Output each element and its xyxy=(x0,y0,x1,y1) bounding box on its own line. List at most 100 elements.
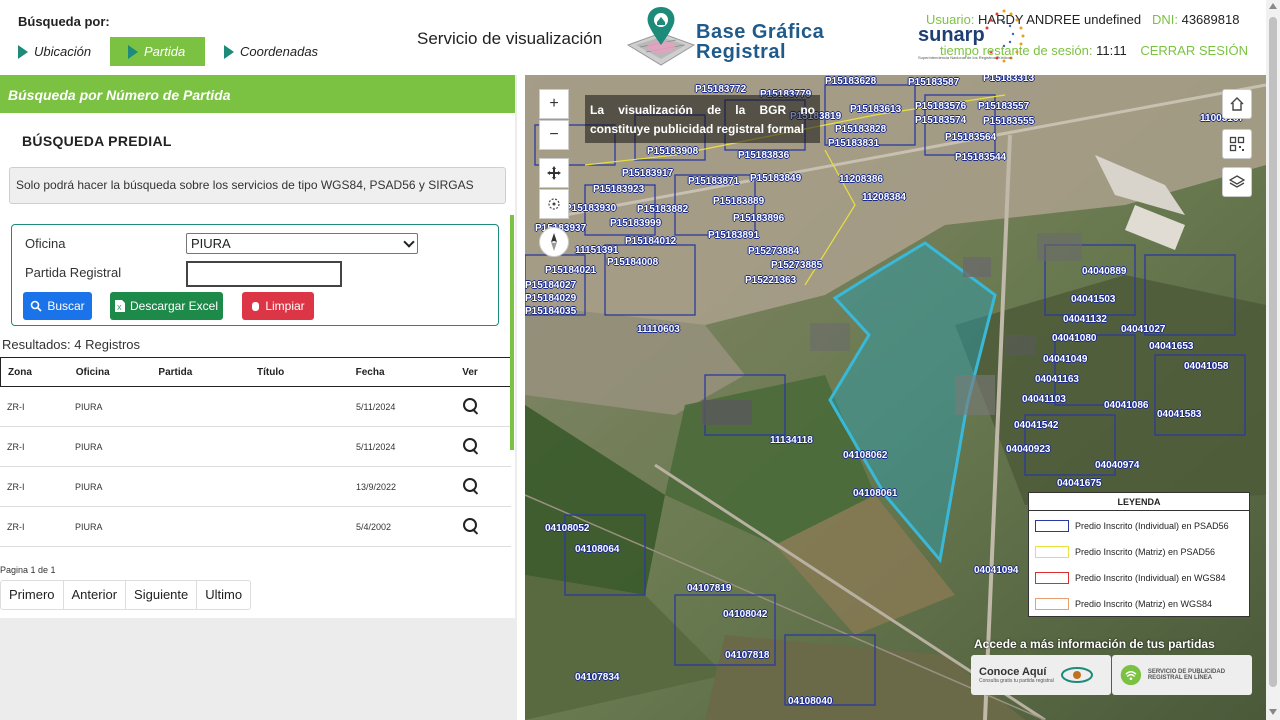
parcel-label: 11208384 xyxy=(862,192,906,203)
parcel-label: P15183557 xyxy=(978,101,1030,112)
pagination: Primero Anterior Siguiente Ultimo xyxy=(0,580,252,610)
parcel-label: 04041542 xyxy=(1014,420,1059,431)
table-row: ZR-I PIURA 5/11/2024 xyxy=(0,427,511,467)
legend-label: Predio Inscrito (Individual) en WGS84 xyxy=(1075,573,1226,583)
zoom-out-button[interactable]: − xyxy=(539,120,569,150)
scroll-down-icon[interactable] xyxy=(1269,709,1277,715)
oficina-select[interactable]: PIURA xyxy=(186,233,418,254)
parcel-label: 04041027 xyxy=(1121,324,1166,335)
parcel-label: P15221363 xyxy=(745,275,797,286)
search-panel: Búsqueda por Número de Partida BÚSQUEDA … xyxy=(0,75,517,720)
table-row: ZR-I PIURA 13/9/2022 xyxy=(0,467,511,507)
parcel-label: 11134118 xyxy=(770,435,813,446)
parcel-label: P15183930 xyxy=(565,203,617,214)
parcel-label: 04108061 xyxy=(853,488,898,499)
zoom-in-button[interactable]: + xyxy=(539,89,569,119)
tab-coordenadas[interactable]: Coordenadas xyxy=(224,37,334,66)
parcel-label: 11208386 xyxy=(839,174,883,185)
bgr-brand-line2: Registral xyxy=(696,41,787,63)
download-excel-button[interactable]: X Descargar Excel xyxy=(110,292,223,320)
tab-ubicacion[interactable]: Ubicación xyxy=(18,37,108,66)
search-button[interactable]: Buscar xyxy=(23,292,92,320)
parcel-label: 04107818 xyxy=(725,650,770,661)
parcel-label: P15183587 xyxy=(908,77,960,88)
parcel-label: P15183828 xyxy=(835,124,887,135)
session-info: tiempo restante de sesión: 11:11 CERRAR … xyxy=(940,43,1248,58)
cell-oficina: PIURA xyxy=(75,401,103,412)
legend-item: Predio Inscrito (Individual) en PSAD56 xyxy=(1035,519,1229,533)
parcel-label: P15183564 xyxy=(945,132,997,143)
panel-banner: Búsqueda por Número de Partida xyxy=(0,75,515,113)
view-search-icon[interactable] xyxy=(463,477,479,494)
page-info: Pagina 1 de 1 xyxy=(0,565,56,575)
parcel-label: P15183889 xyxy=(713,196,765,207)
view-search-icon[interactable] xyxy=(463,437,479,454)
clear-button[interactable]: Limpiar xyxy=(242,292,314,320)
home-button[interactable] xyxy=(1222,89,1252,119)
scroll-up-icon[interactable] xyxy=(1269,3,1277,9)
triangle-right-icon xyxy=(224,44,234,59)
parcel-label: 04041653 xyxy=(1149,341,1194,352)
pan-button[interactable] xyxy=(539,158,569,188)
tab-partida-label: Partida xyxy=(144,44,186,59)
parcel-label: P15183871 xyxy=(688,176,740,187)
legend-swatch xyxy=(1035,520,1069,532)
compass-button[interactable] xyxy=(539,227,569,257)
layers-button[interactable] xyxy=(1222,167,1252,197)
bgr-brand-text: Base Gráfica Registral xyxy=(696,22,824,62)
view-search-icon[interactable] xyxy=(463,397,479,414)
bgr-brand-line1: Base Gráfica xyxy=(696,21,825,43)
tab-coordenadas-label: Coordenadas xyxy=(240,44,319,59)
tab-partida[interactable]: Partida xyxy=(110,37,205,66)
dni-label: DNI: xyxy=(1151,12,1178,27)
view-search-icon[interactable] xyxy=(463,517,479,534)
pager-first[interactable]: Primero xyxy=(1,581,64,609)
qr-button[interactable] xyxy=(1222,129,1252,159)
col-ver: Ver xyxy=(462,366,478,378)
parcel-label: 04041086 xyxy=(1104,400,1149,411)
svg-text:X: X xyxy=(117,305,122,312)
parcel-label: 04041080 xyxy=(1052,333,1097,344)
col-zona: Zona xyxy=(8,366,32,378)
cell-oficina: PIURA xyxy=(75,441,103,452)
parcel-label: P15183574 xyxy=(915,115,967,126)
legend-item: Predio Inscrito (Matriz) en PSAD56 xyxy=(1035,545,1215,559)
cell-oficina: PIURA xyxy=(75,481,103,492)
map-view[interactable]: P15183772 P15183779 P15183628 P15183587 … xyxy=(525,75,1266,720)
parcel-label: 04041503 xyxy=(1071,294,1116,305)
parcel-label: P15183999 xyxy=(610,218,662,229)
clear-button-label: Limpiar xyxy=(265,299,305,313)
conoce-aqui-link[interactable]: Conoce Aquí Consulta gratis tu partida r… xyxy=(971,655,1111,695)
cell-zona: ZR-I xyxy=(7,521,25,532)
col-fecha: Fecha xyxy=(355,366,385,378)
parcel-label: 04041583 xyxy=(1157,409,1202,420)
session-label: tiempo restante de sesión: xyxy=(940,43,1093,58)
compass-icon xyxy=(551,233,557,251)
parcel-label: 04041163 xyxy=(1035,374,1079,385)
pager-next[interactable]: Siguiente xyxy=(126,581,198,609)
cell-fecha: 5/11/2024 xyxy=(356,401,396,412)
col-titulo: Título xyxy=(257,366,285,378)
parcel-label: P15183836 xyxy=(738,150,790,161)
partida-input[interactable] xyxy=(186,261,342,287)
results-count: Resultados: 4 Registros xyxy=(2,337,141,352)
app: Búsqueda por: Ubicación Partida Coordena… xyxy=(0,0,1280,720)
panel-scroll-indicator[interactable] xyxy=(510,215,514,450)
pager-last[interactable]: Ultimo xyxy=(197,581,250,609)
parcel-label: P15183923 xyxy=(593,184,645,195)
info-note: Solo podrá hacer la búsqueda sobre los s… xyxy=(9,167,506,204)
search-form: Oficina PIURA Partida Registral Buscar X… xyxy=(11,224,499,326)
page-scrollbar[interactable] xyxy=(1266,0,1280,720)
eraser-icon xyxy=(252,301,260,311)
parcel-label: 04108062 xyxy=(843,450,888,461)
pager-prev[interactable]: Anterior xyxy=(64,581,127,609)
spr-linea-link[interactable]: SERVICIO DE PUBLICIDAD REGISTRAL EN LÍNE… xyxy=(1112,655,1252,695)
logout-link[interactable]: CERRAR SESIÓN xyxy=(1140,43,1248,58)
cell-oficina: PIURA xyxy=(75,521,103,532)
parcel-label: P15183917 xyxy=(622,168,674,179)
parcel-label: P15183555 xyxy=(983,116,1035,127)
section-title: BÚSQUEDA PREDIAL xyxy=(22,133,172,149)
locate-button[interactable] xyxy=(539,189,569,219)
promo-title: Accede a más información de tus partidas xyxy=(974,637,1215,651)
scrollbar-thumb[interactable] xyxy=(1269,17,1277,687)
